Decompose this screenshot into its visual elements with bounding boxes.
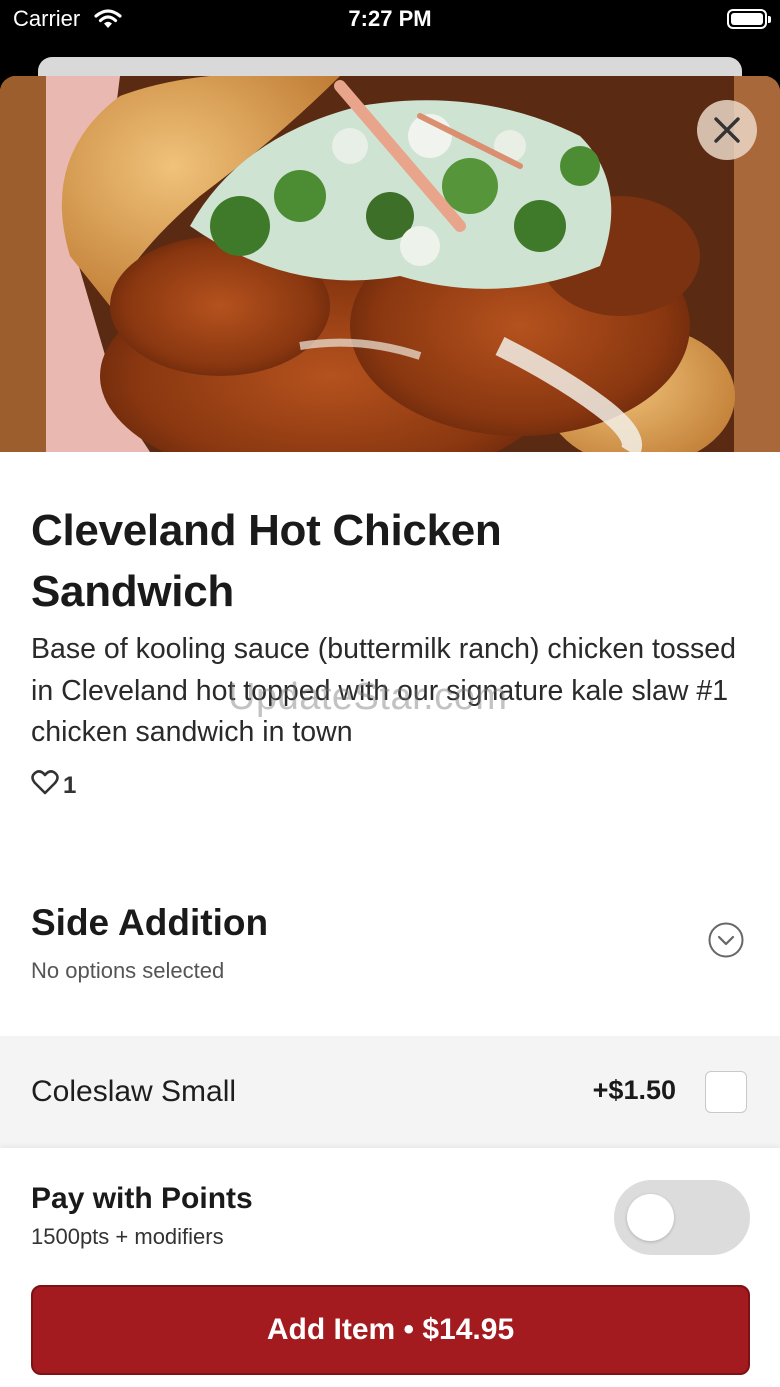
side-addition-subtitle: No options selected [31,958,225,983]
item-photo [0,76,780,452]
status-time: 7:27 PM [348,6,432,31]
pay-with-points-title: Pay with Points [31,1182,253,1215]
chevron-down-icon[interactable] [708,922,744,958]
option-checkbox[interactable] [705,1071,747,1113]
status-bar: Carrier 7:27 PM [0,0,780,40]
side-addition-header[interactable]: Side Addition No options selected [0,886,780,1036]
option-price: +$1.50 [592,1075,676,1105]
like-button[interactable]: 1 [31,770,76,801]
likes-count: 1 [63,771,77,799]
pay-with-points-toggle[interactable] [614,1180,750,1255]
option-row-coleslaw-small[interactable]: Coleslaw Small +$1.50 [0,1036,780,1148]
close-button[interactable] [697,100,757,160]
heart-icon [31,770,59,801]
toggle-knob [627,1194,674,1241]
side-addition-title: Side Addition [31,902,269,943]
watermark: UpdateStar.com [228,676,508,718]
checkout-footer: Pay with Points 1500pts + modifiers Add … [0,1148,780,1387]
add-item-button[interactable]: Add Item • $14.95 [31,1285,750,1375]
pay-with-points-subtitle: 1500pts + modifiers [31,1224,224,1249]
item-title: Cleveland Hot Chicken Sandwich [31,506,502,616]
battery-icon [727,9,771,29]
option-name: Coleslaw Small [31,1075,237,1108]
item-detail-sheet: Cleveland Hot Chicken Sandwich Base of k… [0,76,780,1387]
close-icon [713,116,741,144]
